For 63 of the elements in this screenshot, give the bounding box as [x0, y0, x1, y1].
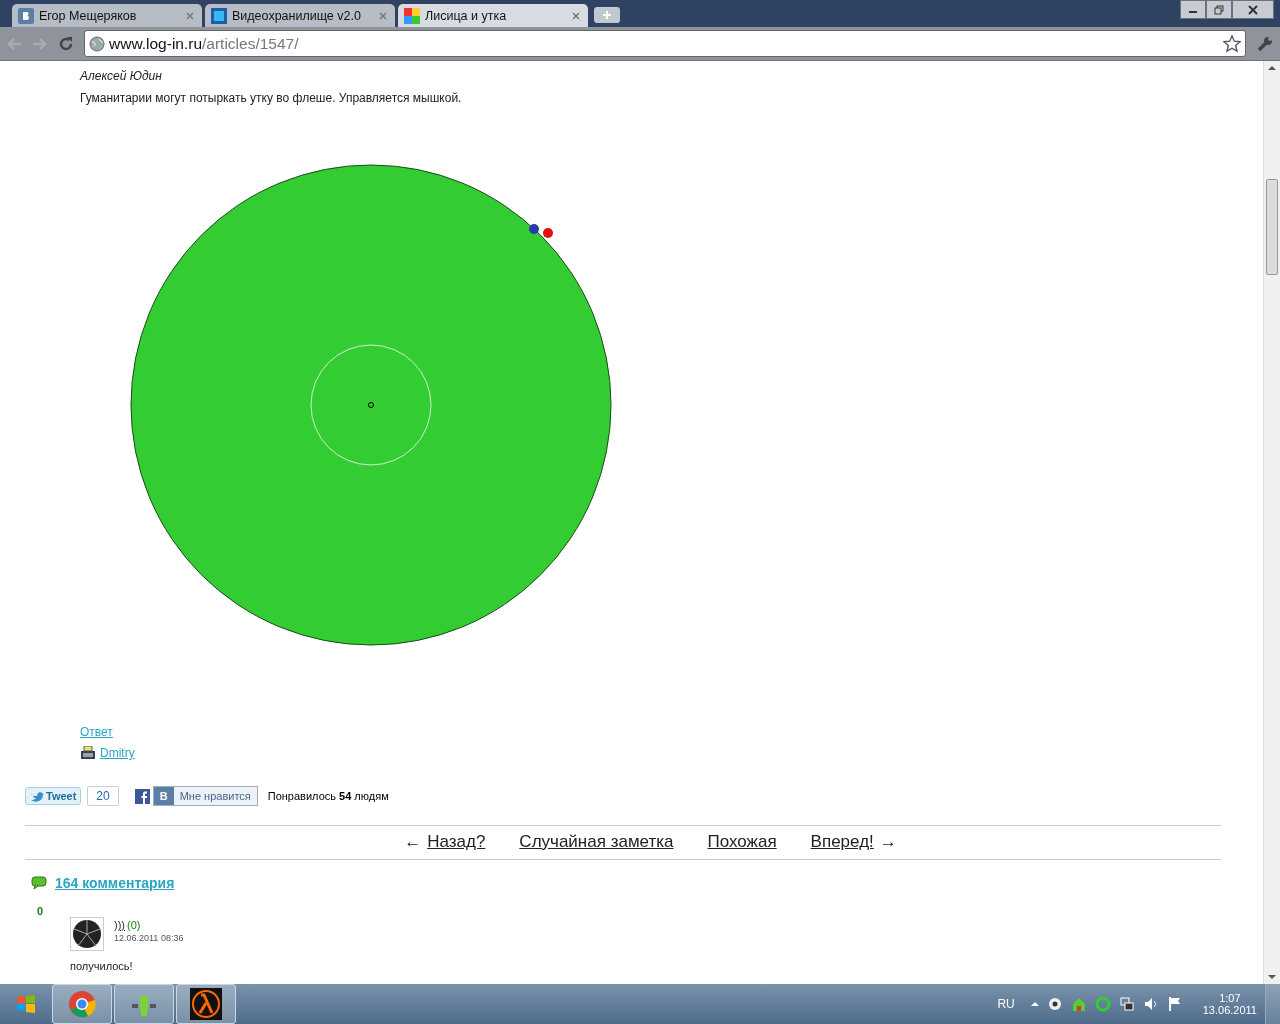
caret-icon[interactable] — [1030, 1001, 1039, 1007]
ring-icon[interactable] — [1094, 996, 1111, 1012]
comment-rating: (0) — [127, 919, 141, 931]
bird-icon — [30, 790, 44, 802]
close-icon — [1248, 4, 1258, 15]
typewriter-icon — [80, 746, 96, 760]
restore-icon — [1214, 4, 1224, 15]
windows-logo — [15, 993, 37, 1015]
close-tab-icon[interactable] — [572, 11, 580, 20]
facebook-icon[interactable] — [134, 788, 150, 804]
reload-icon[interactable] — [58, 35, 74, 52]
arrow-text: → — [879, 832, 897, 852]
clock[interactable]: 1:07 13.06.2011 — [1202, 992, 1257, 1016]
browser-icon — [68, 990, 96, 1018]
wrench-icon[interactable] — [1256, 34, 1274, 53]
new-tab-button[interactable] — [594, 7, 620, 23]
comment-icon — [31, 876, 47, 890]
flag-icon[interactable] — [1166, 996, 1183, 1012]
house-icon[interactable] — [1070, 996, 1087, 1012]
browser-tab[interactable]: Видеохранилище v2.0 — [205, 4, 395, 27]
avatar-image — [70, 917, 104, 951]
plus-icon — [600, 10, 614, 20]
address-field[interactable]: www.log-in.ru/articles/1547/ — [84, 30, 1246, 57]
minimize-button[interactable] — [1180, 0, 1206, 19]
vk-like-button[interactable]: В Мне нравится — [152, 786, 258, 806]
film-icon — [211, 7, 227, 24]
comment-text: получилось! — [70, 960, 134, 972]
nav-link[interactable]: Назад? — [427, 832, 486, 852]
comment-score: 0 — [37, 905, 45, 917]
vk-icon — [18, 7, 34, 24]
arrow-text: ← — [404, 832, 422, 852]
network-icon[interactable] — [1118, 996, 1135, 1012]
close-tab-icon[interactable] — [379, 11, 387, 20]
comment-date: 12.06.2011 08:36 — [114, 933, 184, 943]
tab-title: Видеохранилище v2.0 — [232, 8, 362, 23]
nav-link[interactable]: Вперед! — [810, 832, 874, 852]
globe-icon — [89, 35, 105, 52]
nav-link[interactable]: Похожая — [707, 832, 777, 852]
browser-tab[interactable]: Егор Мещеряков — [12, 4, 202, 27]
star-icon[interactable] — [1223, 34, 1241, 53]
commenter-name[interactable]: ))) — [114, 919, 125, 931]
tab-title: Егор Мещеряков — [39, 8, 138, 23]
restore-button[interactable] — [1206, 0, 1232, 19]
tweet-count: 20 — [87, 786, 119, 806]
taskbar-button[interactable] — [176, 984, 236, 1024]
scroll-down-icon[interactable] — [1268, 974, 1276, 980]
colorful-icon — [404, 7, 420, 24]
close-tab-icon[interactable] — [186, 11, 194, 20]
likes-count-text: Понравилось 54 людям — [267, 790, 389, 802]
author-name: Алексей Юдин — [80, 68, 163, 85]
scrollbar-thumb[interactable] — [1266, 179, 1278, 275]
tweet-button[interactable]: Tweet — [25, 787, 82, 805]
lambda-icon — [190, 988, 222, 1020]
speaker-icon[interactable] — [1142, 996, 1159, 1012]
article-description: Гуманитарии могут потыркать утку во флеше. Управляется мышкой. — [80, 90, 463, 107]
scroll-up-icon[interactable] — [1268, 65, 1276, 71]
gear-icon[interactable] — [1046, 996, 1063, 1012]
nav-link[interactable]: Случайная заметка — [519, 832, 674, 852]
tab-title: Лисица и утка — [425, 8, 508, 23]
scrollbar[interactable] — [1263, 61, 1280, 984]
language-indicator[interactable]: RU — [997, 997, 1015, 1011]
close-button[interactable] — [1232, 0, 1274, 19]
browser-tab[interactable]: Лисица и утка — [398, 4, 588, 27]
